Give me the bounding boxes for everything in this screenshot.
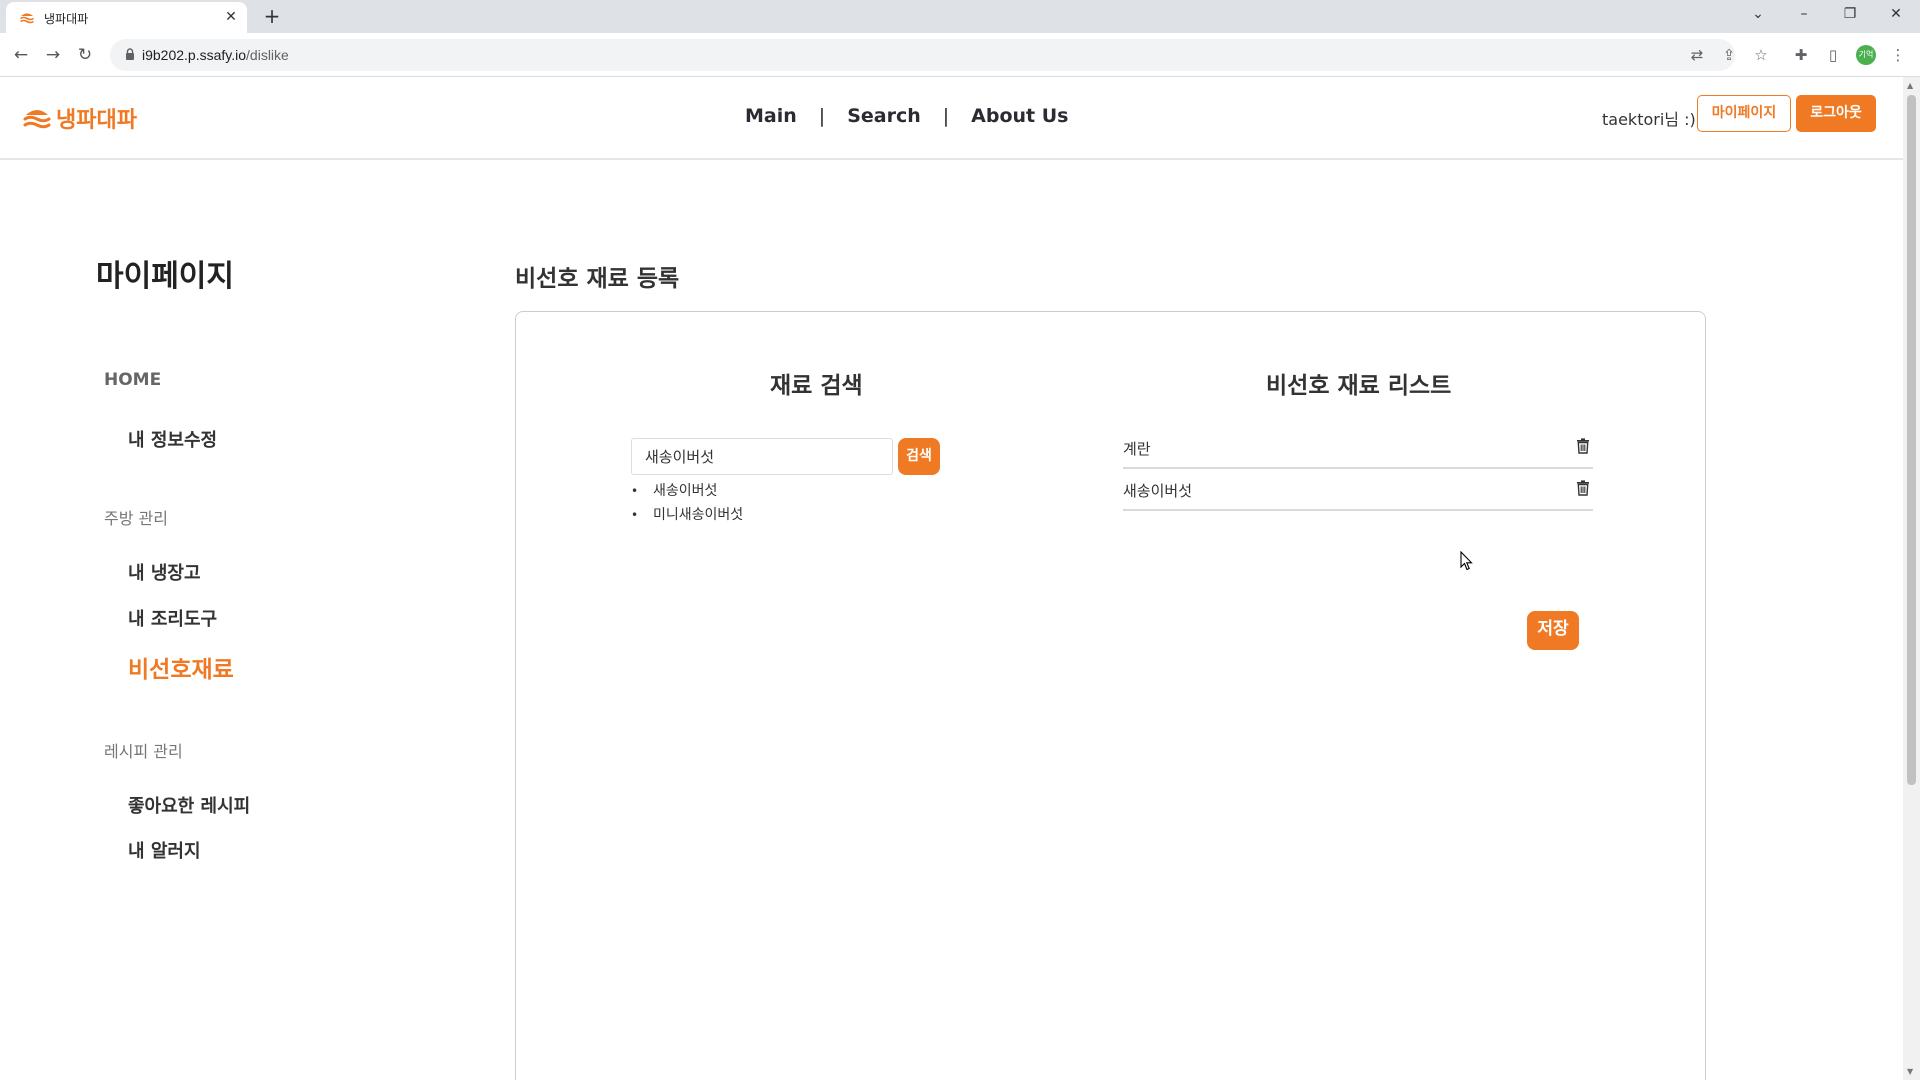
search-result-item[interactable]: 미니새송이버섯 xyxy=(631,503,743,527)
nav-separator: | xyxy=(942,105,950,127)
trash-icon[interactable] xyxy=(1576,480,1590,496)
nav-main[interactable]: Main xyxy=(745,105,797,127)
main-nav: Main | Search | About Us xyxy=(745,105,1068,127)
search-column-title: 재료 검색 xyxy=(770,373,863,399)
sidebar-item-home[interactable]: HOME xyxy=(104,370,161,390)
dislike-list-item: 계란 xyxy=(1123,427,1593,469)
lock-icon xyxy=(126,48,134,60)
trash-icon[interactable] xyxy=(1576,438,1590,454)
nav-search[interactable]: Search xyxy=(847,105,921,127)
sidebar-item-profile-edit[interactable]: 내 정보수정 xyxy=(128,426,217,452)
sidebar-section-kitchen: 주방 관리 xyxy=(104,509,168,528)
nav-about-us[interactable]: About Us xyxy=(971,105,1068,127)
page-scrollbar[interactable]: ▲ ▼ xyxy=(1903,77,1920,1080)
browser-tab[interactable]: 냉파대파 ✕ xyxy=(6,2,247,33)
sidebar-section-recipe: 레시피 관리 xyxy=(104,742,183,761)
back-icon[interactable]: ← xyxy=(8,42,34,68)
scroll-up-icon[interactable]: ▲ xyxy=(1907,81,1913,90)
sidebar-item-dislike[interactable]: 비선호재료 xyxy=(128,650,234,684)
profile-avatar[interactable]: 기억 xyxy=(1856,45,1876,65)
sidebar-title: 마이페이지 xyxy=(96,259,234,294)
dislike-item-name: 새송이버섯 xyxy=(1123,482,1193,500)
sidebar-item-allergy[interactable]: 내 알러지 xyxy=(128,837,201,863)
side-panel-icon[interactable]: ▯ xyxy=(1822,44,1844,66)
extensions-icon[interactable]: ✚ xyxy=(1790,44,1812,66)
reload-icon[interactable]: ↻ xyxy=(72,42,98,68)
new-tab-icon[interactable]: + xyxy=(260,4,284,28)
sidebar-item-fridge[interactable]: 내 냉장고 xyxy=(128,559,201,585)
search-button[interactable]: 검색 xyxy=(898,438,940,475)
share-icon[interactable]: ⇪ xyxy=(1718,44,1740,66)
url-text: i9b202.p.ssafy.io/dislike xyxy=(142,47,289,63)
scroll-down-icon[interactable]: ▼ xyxy=(1907,1067,1913,1076)
browser-tab-strip: 냉파대파 ✕ + ⌄ – ❐ ✕ xyxy=(0,0,1920,33)
mouse-cursor-icon xyxy=(1460,551,1473,571)
minimize-icon[interactable]: – xyxy=(1781,0,1827,30)
logo-text: 냉파대파 xyxy=(56,108,137,133)
page-viewport: 냉파대파 Main | Search | About Us taektori님 … xyxy=(0,77,1903,1080)
tab-search-icon[interactable]: ⌄ xyxy=(1735,0,1781,30)
window-close-icon[interactable]: ✕ xyxy=(1873,0,1919,30)
browser-menu-icon[interactable]: ⋮ xyxy=(1887,44,1909,66)
site-logo-icon xyxy=(20,13,34,24)
forward-icon[interactable]: → xyxy=(40,42,66,68)
url-path: /dislike xyxy=(246,47,289,63)
browser-toolbar: ← → ↻ i9b202.p.ssafy.io/dislike ⇄ ⇪ ☆ ✚ … xyxy=(0,33,1920,77)
dislike-card: 재료 검색 검색 새송이버섯 미니새송이버섯 비선호 재료 리스트 계란 새송이… xyxy=(515,311,1706,1080)
user-greeting: taektori님 :) xyxy=(1602,110,1696,129)
save-button[interactable]: 저장 xyxy=(1527,611,1579,650)
mypage-button[interactable]: 마이페이지 xyxy=(1697,95,1791,132)
logo-icon xyxy=(23,110,51,129)
page-title: 비선호 재료 등록 xyxy=(515,266,680,292)
search-results-list: 새송이버섯 미니새송이버섯 xyxy=(631,479,743,527)
site-logo[interactable]: 냉파대파 xyxy=(23,102,137,134)
scrollbar-thumb[interactable] xyxy=(1907,95,1916,785)
sidebar-item-tools[interactable]: 내 조리도구 xyxy=(128,605,217,631)
search-result-item[interactable]: 새송이버섯 xyxy=(631,479,743,503)
dislike-item-name: 계란 xyxy=(1123,440,1151,458)
bookmark-star-icon[interactable]: ☆ xyxy=(1750,44,1772,66)
tab-close-icon[interactable]: ✕ xyxy=(222,8,240,26)
logout-button[interactable]: 로그아웃 xyxy=(1796,95,1876,132)
sidebar-item-liked-recipes[interactable]: 좋아요한 레시피 xyxy=(128,792,250,818)
translate-icon[interactable]: ⇄ xyxy=(1686,44,1708,66)
tab-title: 냉파대파 xyxy=(44,12,89,26)
ingredient-search-input[interactable] xyxy=(631,438,893,475)
nav-separator: | xyxy=(818,105,826,127)
dislike-list-title: 비선호 재료 리스트 xyxy=(1266,373,1452,399)
site-header: 냉파대파 Main | Search | About Us taektori님 … xyxy=(0,77,1903,160)
restore-icon[interactable]: ❐ xyxy=(1827,0,1873,30)
dislike-list-item: 새송이버섯 xyxy=(1123,469,1593,511)
address-bar[interactable]: i9b202.p.ssafy.io/dislike xyxy=(110,39,1735,71)
url-host: i9b202.p.ssafy.io xyxy=(142,47,247,63)
